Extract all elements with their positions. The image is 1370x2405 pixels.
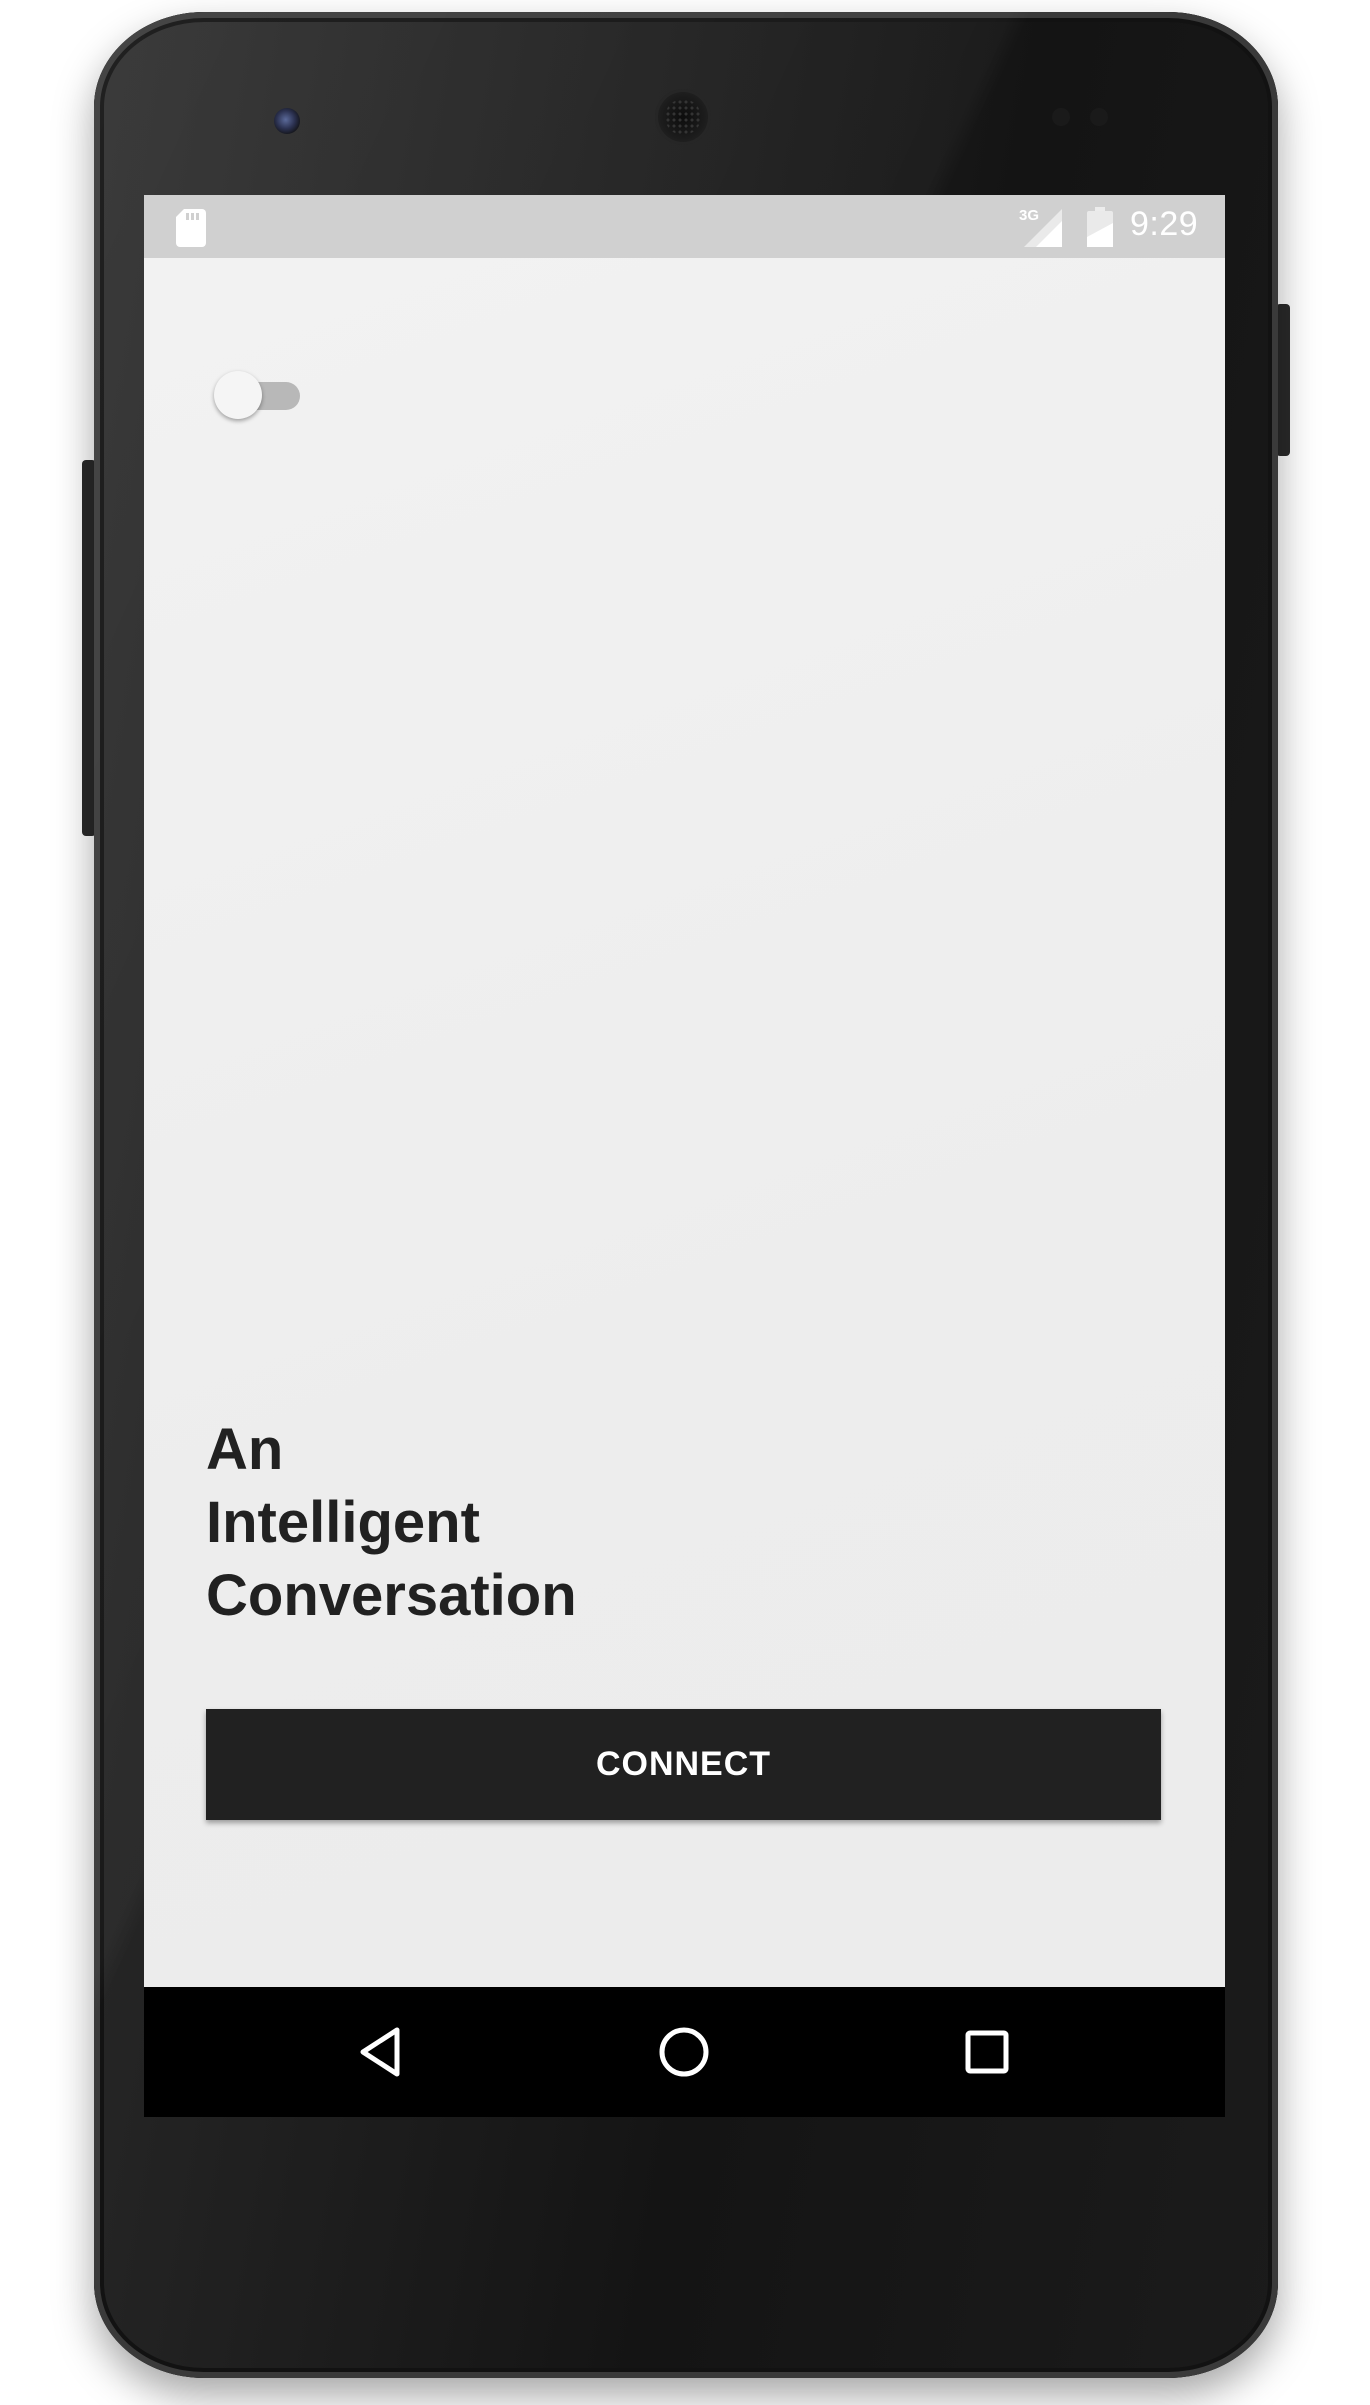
light-sensor: [1090, 108, 1108, 126]
signal-icon: [1024, 209, 1062, 247]
status-clock: 9:29: [1130, 205, 1199, 243]
mode-toggle-switch[interactable]: [214, 369, 300, 419]
nav-home-button[interactable]: [641, 2009, 727, 2095]
battery-icon: [1087, 207, 1113, 247]
home-icon: [659, 2027, 709, 2077]
nav-back-button[interactable]: [338, 2009, 424, 2095]
nav-recent-apps-button[interactable]: [944, 2009, 1030, 2095]
headline: An Intelligent Conversation: [206, 1413, 577, 1632]
navigation-bar: [144, 1987, 1225, 2117]
headline-line-3: Conversation: [206, 1563, 577, 1628]
connect-button[interactable]: CONNECT: [206, 1709, 1161, 1820]
power-button: [1276, 304, 1290, 456]
headline-line-2: Intelligent: [206, 1490, 480, 1555]
front-camera: [274, 108, 300, 134]
toggle-thumb: [214, 371, 262, 419]
headline-line-1: An: [206, 1417, 284, 1482]
back-icon: [360, 2027, 400, 2077]
proximity-sensor: [1052, 108, 1070, 126]
sd-card-icon: [176, 209, 206, 247]
recent-apps-icon: [965, 2030, 1009, 2074]
device-frame-stage: 3G 9:29 An Intelligent Conversation CONN…: [0, 0, 1370, 2405]
app-content: An Intelligent Conversation CONNECT: [144, 258, 1225, 1987]
earpiece-speaker: [655, 89, 711, 145]
phone-screen: 3G 9:29 An Intelligent Conversation CONN…: [144, 195, 1225, 2117]
status-bar: 3G 9:29: [144, 195, 1225, 258]
